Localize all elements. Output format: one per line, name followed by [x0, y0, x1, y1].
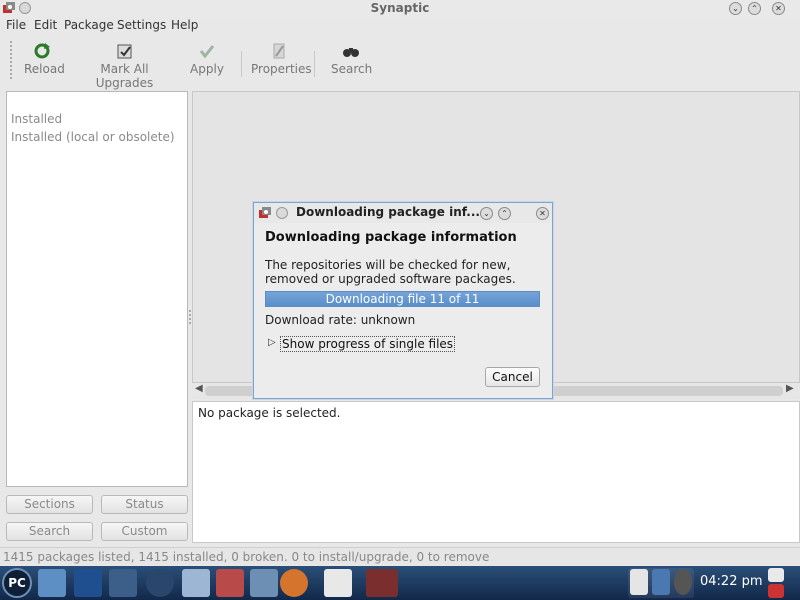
settings-icon[interactable]	[146, 569, 174, 597]
mark-all-upgrades-button[interactable]: Mark All Upgrades	[78, 42, 171, 90]
reload-label: Reload	[24, 62, 65, 76]
properties-label: Properties	[251, 62, 312, 76]
status-bar: 1415 packages listed, 1415 installed, 0 …	[0, 547, 800, 565]
binoculars-icon	[343, 48, 359, 57]
apply-button[interactable]: Apply	[190, 42, 224, 76]
clock: 04:22 pm	[700, 574, 763, 589]
mark-upgrades-icon	[117, 44, 131, 59]
text-editor-icon[interactable]	[324, 569, 352, 597]
reload-button[interactable]: Reload	[24, 42, 65, 76]
menu-bar: File Edit Package Settings Help	[0, 17, 800, 35]
desktop-icon[interactable]	[38, 569, 66, 597]
toolbar: Reload Mark All Upgrades Apply Propertie…	[0, 37, 800, 90]
synaptic-task-icon[interactable]	[366, 569, 398, 597]
dialog-title-bar: Downloading package inf... ⌄ ⌃ ✕	[254, 203, 552, 223]
menu-edit[interactable]: Edit	[34, 18, 57, 32]
file-manager-icon[interactable]	[182, 569, 210, 597]
dialog-close-button[interactable]: ✕	[536, 207, 549, 220]
system-tray	[628, 568, 694, 598]
search-label: Search	[331, 62, 373, 76]
sections-button[interactable]: Sections	[6, 495, 93, 514]
filter-item-installed-local[interactable]: Installed (local or obsolete)	[11, 130, 175, 144]
menu-help[interactable]: Help	[171, 18, 198, 32]
reload-icon	[34, 43, 50, 59]
window-title-bar: Synaptic ⌄ ⌃ ✕	[0, 0, 800, 17]
start-menu-button[interactable]: PC	[2, 568, 32, 598]
scroll-left-icon[interactable]: ◀	[195, 383, 203, 394]
dialog-maximize-button[interactable]: ⌃	[498, 207, 511, 220]
progress-text: Downloading file 11 of 11	[325, 292, 480, 306]
dialog-minimize-button[interactable]: ⌄	[480, 207, 493, 220]
cancel-button[interactable]: Cancel	[485, 367, 540, 387]
tools-icon[interactable]	[109, 569, 137, 597]
display-icon[interactable]	[250, 569, 278, 597]
toolbar-separator	[241, 51, 242, 77]
search-button[interactable]: Search	[331, 42, 373, 76]
lock-icon[interactable]	[768, 568, 784, 582]
taskbar: PC 04:22 pm	[0, 566, 800, 600]
search-filter-button[interactable]: Search	[6, 522, 93, 541]
filter-item-installed[interactable]: Installed	[11, 112, 62, 126]
download-rate: Download rate: unknown	[265, 313, 416, 327]
status-button[interactable]: Status	[101, 495, 188, 514]
info-icon[interactable]	[674, 569, 692, 595]
apply-check-icon	[199, 45, 215, 59]
dialog-heading: Downloading package information	[265, 230, 517, 245]
apply-label: Apply	[190, 62, 224, 76]
status-text: 1415 packages listed, 1415 installed, 0 …	[3, 550, 490, 564]
details-text: No package is selected.	[198, 406, 341, 420]
package-details: No package is selected.	[192, 401, 800, 543]
dialog-sticky-button[interactable]	[276, 207, 288, 219]
network-icon[interactable]	[652, 569, 670, 595]
expander-label[interactable]: Show progress of single files	[280, 336, 456, 352]
properties-icon	[273, 43, 285, 59]
menu-settings[interactable]: Settings	[117, 18, 166, 32]
close-button[interactable]: ✕	[772, 2, 785, 15]
filter-list[interactable]: Installed Installed (local or obsolete)	[6, 91, 188, 487]
synaptic-icon[interactable]	[258, 206, 272, 220]
menu-file[interactable]: File	[6, 18, 26, 32]
minimize-button[interactable]: ⌄	[729, 2, 742, 15]
expand-triangle-icon[interactable]: ▷	[268, 337, 276, 348]
scroll-right-icon[interactable]: ▶	[786, 383, 794, 394]
maximize-button[interactable]: ⌃	[748, 2, 761, 15]
properties-button[interactable]: Properties	[251, 42, 312, 76]
dialog-description: The repositories will be checked for new…	[265, 258, 516, 286]
clipboard-icon[interactable]	[630, 569, 648, 595]
toolbar-separator	[314, 51, 315, 77]
download-progress-bar: Downloading file 11 of 11	[265, 291, 540, 307]
firefox-icon[interactable]	[280, 569, 308, 597]
power-icon[interactable]	[768, 584, 784, 598]
menu-package[interactable]: Package	[64, 18, 114, 32]
custom-button[interactable]: Custom	[101, 522, 188, 541]
download-dialog: Downloading package inf... ⌄ ⌃ ✕ Downloa…	[253, 202, 553, 399]
terminal-icon[interactable]	[74, 569, 102, 597]
window-title: Synaptic	[370, 1, 430, 15]
pane-splitter[interactable]	[189, 310, 191, 324]
package-manager-icon[interactable]	[216, 569, 244, 597]
dialog-title: Downloading package inf...	[296, 205, 480, 219]
mark-all-upgrades-label: Mark All Upgrades	[95, 62, 154, 90]
